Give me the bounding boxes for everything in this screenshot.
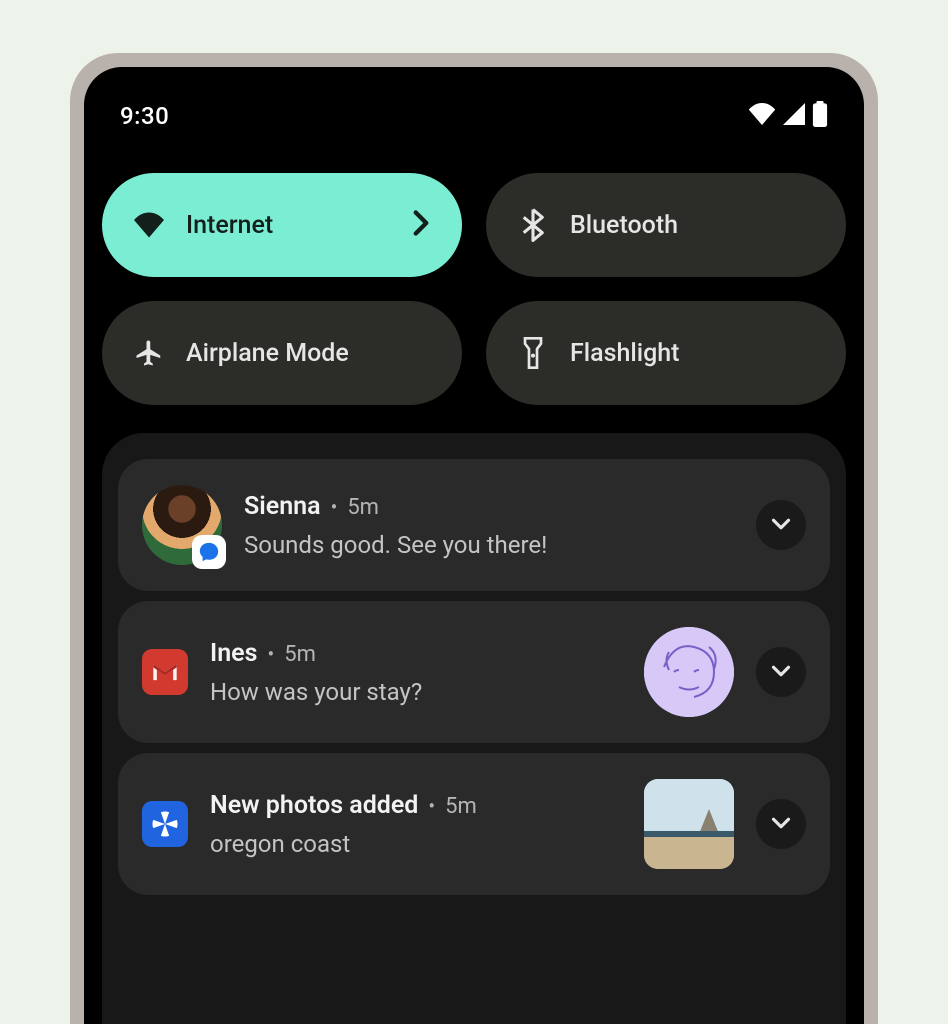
notification-sender: Ines xyxy=(210,639,257,668)
status-bar: 9:30 xyxy=(102,67,846,159)
notification-card[interactable]: Ines • 5m How was your stay? xyxy=(118,601,830,743)
status-time: 9:30 xyxy=(120,102,169,130)
chevron-down-icon xyxy=(771,663,791,682)
photos-app-icon xyxy=(142,801,188,847)
notification-card[interactable]: New photos added • 5m oregon coast xyxy=(118,753,830,895)
qs-tile-airplane-mode[interactable]: Airplane Mode xyxy=(102,301,462,405)
notification-body: New photos added • 5m oregon coast xyxy=(210,791,622,858)
chevron-down-icon xyxy=(771,815,791,834)
notification-text: How was your stay? xyxy=(210,678,622,706)
device-frame: 9:30 Internet xyxy=(70,53,878,1024)
notification-time: 5m xyxy=(445,794,477,819)
avatar xyxy=(142,485,222,565)
qs-tile-flashlight[interactable]: Flashlight xyxy=(486,301,846,405)
notification-text: Sounds good. See you there! xyxy=(244,531,734,559)
airplane-icon xyxy=(134,338,164,368)
wifi-icon xyxy=(134,210,164,240)
notification-thumbnail xyxy=(644,779,734,869)
screen: 9:30 Internet xyxy=(84,67,864,1024)
qs-label: Bluetooth xyxy=(570,211,814,240)
expand-button[interactable] xyxy=(756,647,806,697)
notification-time: 5m xyxy=(347,495,379,520)
chevron-down-icon xyxy=(771,516,791,535)
expand-button[interactable] xyxy=(756,500,806,550)
flashlight-icon xyxy=(518,338,548,368)
notification-time: 5m xyxy=(284,642,316,667)
notification-body: Ines • 5m How was your stay? xyxy=(210,639,622,706)
qs-label: Airplane Mode xyxy=(186,339,430,368)
expand-button[interactable] xyxy=(756,799,806,849)
quick-settings-grid: Internet Bluetooth Airplane Mode xyxy=(102,159,846,433)
notification-shade: Sienna • 5m Sounds good. See you there! xyxy=(102,433,846,1024)
qs-label: Internet xyxy=(186,211,390,240)
cellular-status-icon xyxy=(782,103,806,129)
notification-card[interactable]: Sienna • 5m Sounds good. See you there! xyxy=(118,459,830,591)
qs-tile-bluetooth[interactable]: Bluetooth xyxy=(486,173,846,277)
notification-body: Sienna • 5m Sounds good. See you there! xyxy=(244,492,734,559)
notification-sender: New photos added xyxy=(210,791,418,820)
wifi-status-icon xyxy=(748,103,776,129)
qs-tile-internet[interactable]: Internet xyxy=(102,173,462,277)
notification-text: oregon coast xyxy=(210,830,622,858)
chevron-right-icon xyxy=(412,209,430,241)
qs-label: Flashlight xyxy=(570,339,814,368)
messages-app-badge-icon xyxy=(192,535,226,569)
battery-status-icon xyxy=(812,101,828,131)
gmail-app-icon xyxy=(142,649,188,695)
notification-sender: Sienna xyxy=(244,492,321,521)
bluetooth-icon xyxy=(518,210,548,240)
notification-thumbnail xyxy=(644,627,734,717)
status-icons xyxy=(748,101,828,131)
